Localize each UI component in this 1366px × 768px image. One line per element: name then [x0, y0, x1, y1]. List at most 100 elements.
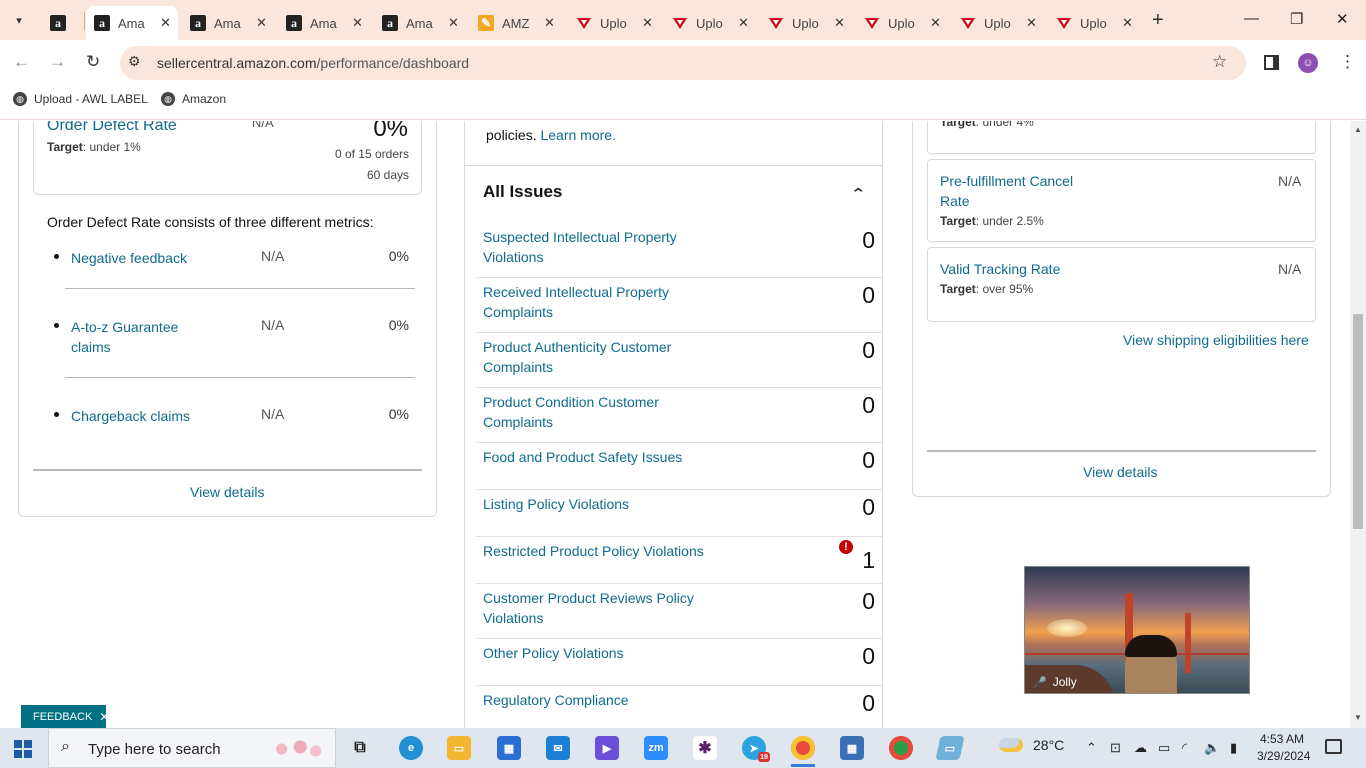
issue-link[interactable]: Other Policy Violations [483, 643, 713, 663]
scrollbar-thumb[interactable] [1353, 314, 1363, 529]
tab-6[interactable]: Uplo ✕ [576, 6, 653, 40]
tab-10[interactable]: Uplo ✕ [960, 6, 1037, 40]
issue-link[interactable]: Received Intellectual Property Complaint… [483, 282, 713, 322]
browser-menu-icon[interactable]: ⋮ [1339, 52, 1356, 72]
site-settings-icon[interactable]: ⚙ [128, 53, 141, 70]
windows-start-icon[interactable] [14, 740, 32, 758]
page-scrollbar[interactable]: ▲ ▼ [1350, 121, 1366, 728]
bookmark-upload-awl[interactable]: ◍ Upload - AWL LABEL [13, 92, 148, 106]
tab-4[interactable]: a Ama ✕ [382, 6, 459, 40]
zoom-icon[interactable]: zm [644, 736, 668, 760]
mail-icon[interactable]: ✉ [546, 736, 570, 760]
issue-link[interactable]: Suspected Intellectual Property Violatio… [483, 227, 713, 267]
tab-0[interactable]: a [50, 6, 74, 40]
tab-close-icon[interactable]: ✕ [256, 15, 267, 31]
side-panel-icon[interactable] [1264, 55, 1279, 70]
scroll-down-arrow-icon[interactable]: ▼ [1354, 713, 1362, 722]
wifi-icon[interactable]: ◜ [1182, 740, 1187, 756]
tab-close-icon[interactable]: ✕ [834, 15, 845, 31]
notifications-icon[interactable] [1325, 739, 1342, 754]
notepad-icon[interactable]: ▭ [935, 736, 965, 760]
microphone-icon[interactable]: ▮ [1230, 740, 1237, 756]
amazon-icon: a [94, 15, 110, 31]
bookmark-star-icon[interactable]: ☆ [1212, 52, 1227, 72]
feedback-close-icon[interactable]: ✕ [99, 710, 109, 724]
tab-3[interactable]: a Ama ✕ [286, 6, 363, 40]
edge-icon[interactable]: e [399, 736, 423, 760]
view-details-link[interactable]: View details [1083, 464, 1157, 480]
calculator-icon[interactable]: ▦ [840, 736, 864, 760]
amazon-icon: a [50, 15, 66, 31]
show-hidden-icons-icon[interactable]: ⌃ [1086, 740, 1097, 756]
issue-link[interactable]: Listing Policy Violations [483, 494, 713, 514]
issue-link[interactable]: Product Condition Customer Complaints [483, 392, 713, 432]
taskbar-clock[interactable]: 4:53 AM 3/29/2024 [1257, 731, 1310, 765]
window-close-icon[interactable]: ✕ [1336, 10, 1349, 28]
meet-now-icon[interactable]: ⊡ [1110, 740, 1121, 756]
weather-widget[interactable]: 28°C [999, 737, 1064, 753]
reload-icon[interactable]: ↻ [86, 52, 100, 72]
chrome-profile-icon[interactable] [889, 736, 913, 760]
profile-avatar-icon[interactable]: ☺ [1298, 53, 1318, 73]
onedrive-cloud-icon[interactable]: ☁ [1134, 740, 1147, 756]
bookmark-amazon[interactable]: ◍ Amazon [161, 92, 226, 106]
learn-more-link[interactable]: Learn more. [540, 127, 615, 143]
url-text[interactable]: sellercentral.amazon.com/performance/das… [157, 55, 469, 71]
clipchamp-icon[interactable]: ▶ [595, 736, 619, 760]
feedback-button[interactable]: FEEDBACK ✕ [21, 705, 109, 728]
microsoft-store-icon[interactable]: ▦ [497, 736, 521, 760]
tab-5[interactable]: ✎ AMZ ✕ [478, 6, 555, 40]
restore-icon[interactable]: ❐ [1290, 10, 1303, 28]
tab-close-icon[interactable]: ✕ [738, 15, 749, 31]
tab-close-icon[interactable]: ✕ [160, 15, 171, 31]
chrome-icon[interactable] [791, 736, 815, 760]
minimize-icon[interactable]: — [1244, 10, 1259, 27]
tab-close-icon[interactable]: ✕ [448, 15, 459, 31]
globe-icon: ◍ [161, 92, 175, 106]
tab-2[interactable]: a Ama ✕ [190, 6, 267, 40]
file-explorer-icon[interactable]: ▭ [447, 736, 471, 760]
issue-link[interactable]: Product Authenticity Customer Complaints [483, 337, 713, 377]
shipping-eligibilities-link[interactable]: View shipping eligibilities here [1123, 332, 1309, 348]
tab-close-icon[interactable]: ✕ [930, 15, 941, 31]
tab-8[interactable]: Uplo ✕ [768, 6, 845, 40]
metric-link-negative-feedback[interactable]: Negative feedback [71, 248, 211, 268]
url-path: /performance/dashboard [316, 55, 470, 71]
tab-7[interactable]: Uplo ✕ [672, 6, 749, 40]
taskbar-search-box[interactable]: ⌕ Type here to search [48, 728, 336, 768]
valid-tracking-rate-link[interactable]: Valid Tracking Rate [940, 259, 1060, 279]
metric-link-chargeback[interactable]: Chargeback claims [71, 406, 211, 426]
tab-close-icon[interactable]: ✕ [642, 15, 653, 31]
odr-title-link[interactable]: Order Defect Rate [47, 121, 177, 135]
bullet [54, 323, 59, 328]
scroll-up-arrow-icon[interactable]: ▲ [1354, 125, 1362, 134]
new-tab-plus-icon[interactable]: + [1152, 10, 1164, 30]
issue-link[interactable]: Customer Product Reviews Policy Violatio… [483, 588, 713, 628]
battery-icon[interactable]: ▭ [1158, 740, 1170, 756]
issue-link[interactable]: Restricted Product Policy Violations [483, 541, 713, 561]
volume-icon[interactable]: 🔈 [1204, 740, 1220, 756]
task-view-icon[interactable]: ⧉ [348, 736, 372, 760]
tab-9[interactable]: Uplo ✕ [864, 6, 941, 40]
tab-11[interactable]: Uplo ✕ [1056, 6, 1133, 40]
tab-close-icon[interactable]: ✕ [1122, 15, 1133, 31]
issue-link[interactable]: Regulatory Compliance [483, 690, 713, 710]
tab-search-chevron-icon[interactable]: ▾ [8, 9, 30, 31]
all-issues-heading: All Issues [483, 182, 563, 201]
tab-title: Uplo [600, 15, 627, 31]
tab-close-icon[interactable]: ✕ [1026, 15, 1037, 31]
view-details-link[interactable]: View details [190, 484, 264, 500]
divider [65, 288, 415, 289]
back-arrow-icon[interactable]: ← [13, 52, 30, 72]
video-call-thumbnail[interactable]: 🎤 Jolly [1024, 566, 1250, 694]
forward-arrow-icon[interactable]: → [49, 52, 66, 72]
issue-link[interactable]: Food and Product Safety Issues [483, 447, 713, 467]
tab-1-active[interactable]: a Ama ✕ [86, 6, 178, 40]
participant-name-tag: 🎤 Jolly [1033, 675, 1077, 689]
chevron-up-icon[interactable]: ⌃ [850, 185, 866, 203]
slack-icon[interactable]: ✱ [693, 736, 717, 760]
metric-link-a-to-z[interactable]: A-to-z Guarantee claims [71, 317, 211, 357]
tab-close-icon[interactable]: ✕ [352, 15, 363, 31]
tab-close-icon[interactable]: ✕ [544, 15, 555, 31]
pre-fulfillment-cancel-rate-link[interactable]: Pre-fulfillment Cancel Rate [940, 171, 1090, 211]
